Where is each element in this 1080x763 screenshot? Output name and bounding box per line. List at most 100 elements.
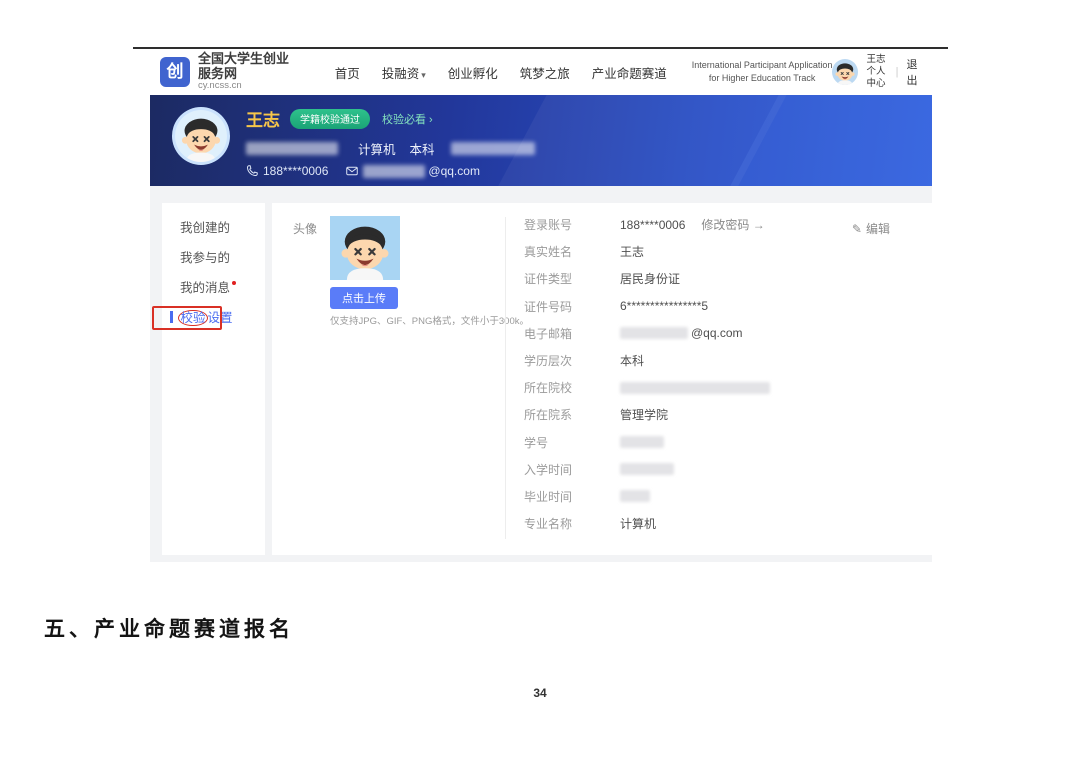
- field-value: 计算机: [620, 515, 656, 532]
- field-label: 登录账号: [524, 216, 620, 233]
- change-password-link[interactable]: 修改密码 →: [701, 216, 764, 233]
- redacted-student-id: [620, 436, 664, 448]
- my-messages-label: 我的消息: [180, 281, 230, 295]
- notice-label: 校验必看: [382, 114, 426, 126]
- sidebar-item-my-messages[interactable]: 我的消息: [162, 273, 265, 303]
- field-row-degree-level: 学历层次 本科: [524, 347, 916, 374]
- user-center-link[interactable]: 王志 个人中心: [864, 54, 887, 90]
- profile-banner: 王志 学籍校验通过 校验必看› 计算机 本科 188****0006 @qq.c…: [150, 95, 932, 186]
- field-row-student-id: 学号: [524, 429, 916, 456]
- verification-badge: 学籍校验通过: [290, 109, 370, 129]
- profile-panel: 头像 点击上传 仅支持JPG、GIF、PNG格式，文件小于300k。 ✎编辑 登…: [272, 203, 932, 555]
- circled-label-part: 校验: [178, 310, 207, 326]
- separator: |: [896, 66, 899, 78]
- field-row-school: 所在院校: [524, 374, 916, 401]
- field-row-major-name: 专业名称 计算机: [524, 510, 916, 537]
- field-label: 入学时间: [524, 461, 620, 478]
- user-name: 王志: [864, 54, 887, 66]
- banner-phone: 188****0006: [263, 164, 328, 178]
- avatar-field-label: 头像: [293, 220, 317, 237]
- avatar-face-icon: [175, 110, 227, 162]
- field-label: 毕业时间: [524, 488, 620, 505]
- page-number: 34: [0, 686, 1080, 700]
- field-row-id-number: 证件号码 6****************5: [524, 293, 916, 320]
- banner-line2: 计算机 本科: [246, 139, 535, 158]
- menu-item-incubation[interactable]: 创业孵化: [448, 63, 498, 82]
- site-identity: 全国大学生创业服务网 cy.ncss.cn: [198, 52, 302, 93]
- field-row-email: 电子邮箱 @qq.com: [524, 320, 916, 347]
- field-row-real-name: 真实姓名 王志: [524, 238, 916, 265]
- intl-line1: International Participant Application: [692, 59, 833, 72]
- user-center-label: 个人中心: [864, 66, 887, 90]
- field-label: 所在院校: [524, 379, 620, 396]
- field-value: 本科: [620, 352, 644, 369]
- active-indicator-bar: [170, 311, 173, 323]
- field-label: 学历层次: [524, 352, 620, 369]
- banner-degree: 本科: [410, 139, 435, 158]
- field-label: 专业名称: [524, 515, 620, 532]
- redacted-email-prefix: [620, 327, 688, 339]
- redacted-info: [451, 142, 535, 155]
- field-label: 所在院系: [524, 406, 620, 423]
- mail-icon: [346, 165, 358, 177]
- label-rest: 设置: [208, 311, 233, 325]
- banner-user-name: 王志: [246, 106, 280, 131]
- redacted-school-name: [246, 142, 338, 155]
- field-label: 真实姓名: [524, 243, 620, 260]
- top-navbar: 创 全国大学生创业服务网 cy.ncss.cn 首页 投融资▾ 创业孵化 筑梦之…: [150, 49, 932, 95]
- verification-notice-link[interactable]: 校验必看›: [382, 111, 433, 127]
- field-value: 居民身份证: [620, 270, 680, 287]
- banner-line1: 王志 学籍校验通过 校验必看›: [246, 106, 535, 131]
- field-value: 6****************5: [620, 299, 708, 313]
- chevron-down-icon: ▾: [421, 70, 426, 80]
- section-heading: 五、产业命题赛道报名: [44, 613, 294, 643]
- field-value: @qq.com: [691, 326, 743, 340]
- user-avatar[interactable]: [832, 59, 858, 85]
- menu-item-dream-journey[interactable]: 筑梦之旅: [520, 63, 570, 82]
- avatar-face-icon: [330, 216, 400, 280]
- site-name: 全国大学生创业服务网: [198, 52, 302, 82]
- menu-item-investment-label: 投融资: [382, 67, 420, 81]
- banner-major: 计算机: [358, 139, 396, 158]
- site-logo[interactable]: 创: [160, 57, 190, 87]
- field-row-login-account: 登录账号 188****0006 修改密码 →: [524, 211, 916, 238]
- redacted-school: [620, 382, 770, 394]
- unread-dot: [232, 281, 236, 285]
- document-page: 创 全国大学生创业服务网 cy.ncss.cn 首页 投融资▾ 创业孵化 筑梦之…: [0, 0, 1080, 763]
- field-label: 学号: [524, 434, 620, 451]
- menu-item-industry-track[interactable]: 产业命题赛道: [592, 63, 667, 82]
- intl-application-link[interactable]: International Participant Application fo…: [692, 59, 833, 84]
- menu-item-home[interactable]: 首页: [335, 63, 360, 82]
- redacted-email-prefix: [363, 165, 425, 178]
- redacted-enrollment-date: [620, 463, 674, 475]
- intl-line2: for Higher Education Track: [692, 72, 833, 85]
- banner-email-suffix: @qq.com: [428, 164, 480, 178]
- content-area: 我创建的 我参与的 我的消息 校验设置 头像 点击上传 仅支持JPG、GIF、P…: [150, 186, 932, 562]
- website-screenshot: 创 全国大学生创业服务网 cy.ncss.cn 首页 投融资▾ 创业孵化 筑梦之…: [150, 49, 932, 562]
- profile-avatar-image[interactable]: [330, 216, 400, 280]
- banner-avatar: [172, 107, 230, 165]
- field-label: 证件号码: [524, 298, 620, 315]
- upload-avatar-button[interactable]: 点击上传: [330, 287, 398, 309]
- main-menu: 首页 投融资▾ 创业孵化 筑梦之旅 产业命题赛道: [324, 63, 678, 82]
- banner-line3: 188****0006 @qq.com: [246, 164, 535, 178]
- field-row-enrollment-date: 入学时间: [524, 456, 916, 483]
- field-value: 管理学院: [620, 406, 668, 423]
- field-label: 证件类型: [524, 270, 620, 287]
- profile-form: 登录账号 188****0006 修改密码 → 真实姓名 王志 证件类型 居民身…: [524, 211, 916, 537]
- redacted-graduation-date: [620, 490, 650, 502]
- logout-button[interactable]: 退出: [907, 56, 920, 88]
- sidebar-item-my-created[interactable]: 我创建的: [162, 213, 265, 243]
- banner-info: 王志 学籍校验通过 校验必看› 计算机 本科 188****0006 @qq.c…: [246, 106, 535, 178]
- field-row-department: 所在院系 管理学院: [524, 401, 916, 428]
- sidebar-item-my-joined[interactable]: 我参与的: [162, 243, 265, 273]
- sidebar-item-verify-settings[interactable]: 校验设置: [162, 303, 265, 333]
- avatar-face-icon: [832, 59, 858, 85]
- field-label: 电子邮箱: [524, 325, 620, 342]
- field-value: 188****0006: [620, 218, 685, 232]
- phone-icon: [246, 165, 258, 177]
- field-value: 王志: [620, 243, 644, 260]
- menu-item-investment[interactable]: 投融资▾: [382, 63, 426, 82]
- field-row-id-type: 证件类型 居民身份证: [524, 265, 916, 292]
- vertical-divider: [505, 217, 506, 539]
